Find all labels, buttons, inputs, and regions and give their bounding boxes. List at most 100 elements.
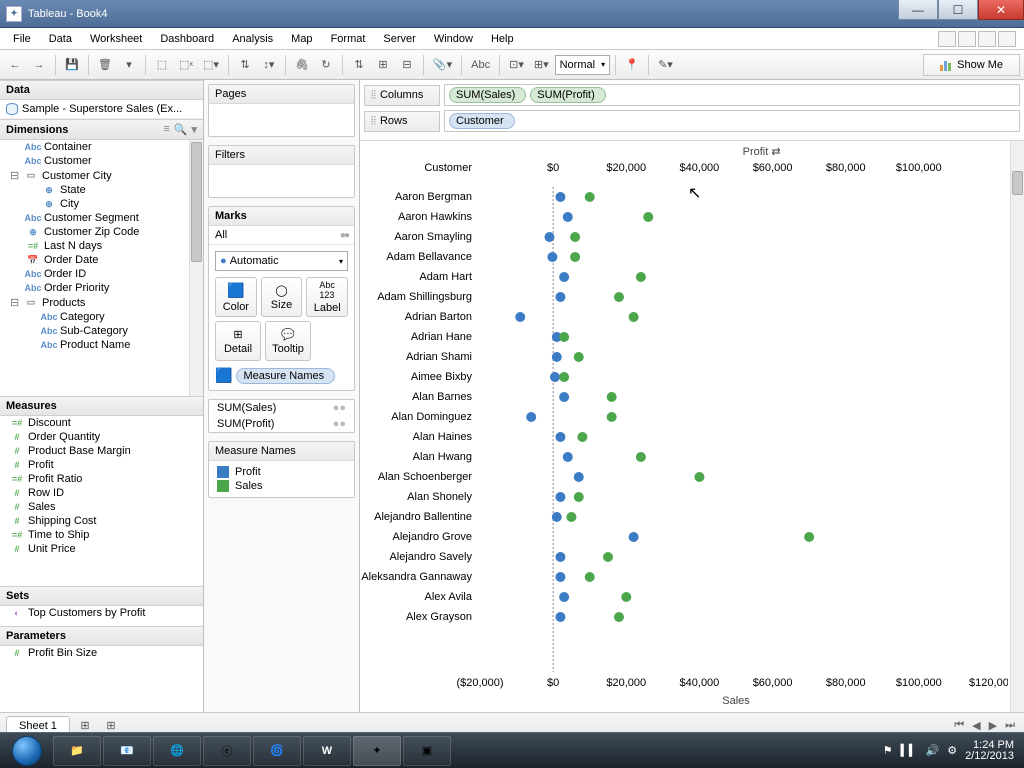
pages-shelf[interactable]: Pages bbox=[208, 84, 355, 137]
redo-button[interactable]: → bbox=[28, 54, 50, 76]
datasource-row[interactable]: Sample - Superstore Sales (Ex... bbox=[0, 100, 203, 119]
menu-file[interactable]: File bbox=[4, 30, 40, 48]
close-button[interactable]: ✕ bbox=[978, 0, 1024, 20]
field-order-quantity[interactable]: #Order Quantity bbox=[0, 430, 203, 444]
tray-power-icon[interactable]: ⚙ bbox=[947, 744, 957, 757]
mark-type-dropdown[interactable]: ● Automatic▾ bbox=[215, 251, 348, 271]
taskbar-app2[interactable]: ▣ bbox=[403, 736, 451, 766]
legend-item-sales[interactable]: Sales bbox=[217, 479, 346, 493]
field-customer-segment[interactable]: AbcCustomer Segment bbox=[0, 211, 203, 225]
pill-sum-sales[interactable]: SUM(Sales) bbox=[449, 87, 526, 103]
sort-asc-button[interactable]: ↕▾ bbox=[258, 54, 280, 76]
show-me-button[interactable]: Show Me bbox=[923, 54, 1020, 76]
taskbar-ie[interactable]: ⓔ bbox=[203, 736, 251, 766]
menu-map[interactable]: Map bbox=[282, 30, 321, 48]
scrollbar[interactable] bbox=[189, 140, 203, 396]
filters-shelf[interactable]: Filters bbox=[208, 145, 355, 198]
field-category[interactable]: AbcCategory bbox=[0, 310, 203, 324]
chart-canvas[interactable]: Profit ⇄$0$20,000$40,000$60,000$80,000$1… bbox=[360, 141, 1024, 712]
field-discount[interactable]: =#Discount bbox=[0, 416, 203, 430]
tray-flag-icon[interactable]: ⚑ bbox=[883, 744, 893, 757]
field-city[interactable]: ⊕City bbox=[0, 197, 203, 211]
system-tray[interactable]: ⚑ ▍▍ 🔊 ⚙ 1:24 PM2/12/2013 bbox=[883, 740, 1022, 762]
sum-sales-row[interactable]: SUM(Sales)●● bbox=[209, 400, 354, 416]
tooltip-button[interactable]: 💬Tooltip bbox=[265, 321, 311, 361]
cards-button[interactable] bbox=[958, 31, 976, 47]
field-profit-ratio[interactable]: =#Profit Ratio bbox=[0, 472, 203, 486]
field-profit-bin-size[interactable]: #Profit Bin Size bbox=[0, 646, 203, 660]
swap-button[interactable]: ⇅ bbox=[234, 54, 256, 76]
fit-button[interactable]: ⊡▾ bbox=[505, 54, 528, 76]
field-customer-zip-code[interactable]: ⊕Customer Zip Code bbox=[0, 225, 203, 239]
field-shipping-cost[interactable]: #Shipping Cost bbox=[0, 514, 203, 528]
undo-button[interactable]: ← bbox=[4, 54, 26, 76]
home-button[interactable] bbox=[998, 31, 1016, 47]
menu-analysis[interactable]: Analysis bbox=[223, 30, 282, 48]
field-last-n-days[interactable]: =#Last N days bbox=[0, 239, 203, 253]
field-order-date[interactable]: 📅Order Date bbox=[0, 253, 203, 267]
pill-sum-profit[interactable]: SUM(Profit) bbox=[530, 87, 605, 103]
menu-dashboard[interactable]: Dashboard bbox=[151, 30, 223, 48]
group-button[interactable]: 🖇 bbox=[291, 54, 313, 76]
field-row-id[interactable]: #Row ID bbox=[0, 486, 203, 500]
size-button[interactable]: ◯Size bbox=[261, 277, 303, 317]
taskbar-outlook[interactable]: 📧 bbox=[103, 736, 151, 766]
field-product-base-margin[interactable]: #Product Base Margin bbox=[0, 444, 203, 458]
taskbar-app1[interactable]: 🌀 bbox=[253, 736, 301, 766]
sort-desc-button[interactable]: ⇅ bbox=[348, 54, 370, 76]
refresh-button[interactable]: ▾ bbox=[118, 54, 140, 76]
view-cards-button[interactable]: ⊞▾ bbox=[530, 54, 553, 76]
new-sheet-button[interactable]: ⬚ bbox=[151, 54, 173, 76]
pill-customer[interactable]: Customer bbox=[449, 113, 515, 129]
field-products[interactable]: ⊟▭Products bbox=[0, 295, 203, 310]
field-sub-category[interactable]: AbcSub-Category bbox=[0, 324, 203, 338]
field-profit[interactable]: #Profit bbox=[0, 458, 203, 472]
menu-worksheet[interactable]: Worksheet bbox=[81, 30, 151, 48]
start-button[interactable] bbox=[2, 735, 52, 767]
field-customer-city[interactable]: ⊟▭Customer City bbox=[0, 168, 203, 183]
save-button[interactable]: 💾 bbox=[61, 54, 83, 76]
detail-button[interactable]: ⊞Detail bbox=[215, 321, 261, 361]
tray-network-icon[interactable]: ▍▍ bbox=[901, 744, 918, 757]
menu-server[interactable]: Server bbox=[374, 30, 424, 48]
menu-window[interactable]: Window bbox=[425, 30, 482, 48]
field-top-customers-by-profit[interactable]: ◐Top Customers by Profit bbox=[0, 606, 203, 620]
legend-item-profit[interactable]: Profit bbox=[217, 465, 346, 479]
pin-button[interactable]: 📍 bbox=[621, 54, 643, 76]
menu-format[interactable]: Format bbox=[322, 30, 375, 48]
marks-all-row[interactable]: All●● bbox=[209, 226, 354, 245]
highlight-pen-button[interactable]: ✎▾ bbox=[654, 54, 677, 76]
field-order-id[interactable]: AbcOrder ID bbox=[0, 267, 203, 281]
field-container[interactable]: AbcContainer bbox=[0, 140, 203, 154]
rows-shelf[interactable]: Customer bbox=[444, 110, 1020, 132]
menu-help[interactable]: Help bbox=[482, 30, 523, 48]
minimize-button[interactable]: — bbox=[898, 0, 938, 20]
label-button[interactable]: Abc123Label bbox=[306, 277, 348, 317]
taskbar-explorer[interactable]: 📁 bbox=[53, 736, 101, 766]
sum-profit-row[interactable]: SUM(Profit)●● bbox=[209, 416, 354, 432]
measure-names-pill[interactable]: Measure Names bbox=[236, 368, 335, 384]
labels-button[interactable]: Abc bbox=[467, 54, 494, 76]
fit-dropdown[interactable]: Normal▾ bbox=[555, 55, 610, 75]
taskbar-tableau[interactable]: ✦ bbox=[353, 736, 401, 766]
columns-shelf[interactable]: SUM(Sales) SUM(Profit) bbox=[444, 84, 1020, 106]
show-mark-labels[interactable]: ↻ bbox=[315, 54, 337, 76]
totals-button[interactable]: ⊞ bbox=[372, 54, 394, 76]
taskbar-word[interactable]: W bbox=[303, 736, 351, 766]
attach-button[interactable]: 📎▾ bbox=[429, 54, 456, 76]
dashboard-button[interactable] bbox=[978, 31, 996, 47]
duplicate-button[interactable]: ⬚x bbox=[175, 54, 197, 76]
color-button[interactable]: 🟦Color bbox=[215, 277, 257, 317]
chart-scrollbar[interactable] bbox=[1010, 141, 1024, 712]
clear-button[interactable]: ⬚▾ bbox=[199, 54, 223, 76]
field-state[interactable]: ⊕State bbox=[0, 183, 203, 197]
search-icon[interactable]: 🔍 bbox=[174, 123, 188, 136]
maximize-button[interactable]: ☐ bbox=[938, 0, 978, 20]
field-order-priority[interactable]: AbcOrder Priority bbox=[0, 281, 203, 295]
field-time-to-ship[interactable]: =#Time to Ship bbox=[0, 528, 203, 542]
field-sales[interactable]: #Sales bbox=[0, 500, 203, 514]
tab-next[interactable]: ▶ bbox=[986, 719, 1000, 732]
presentation-mode-button[interactable] bbox=[938, 31, 956, 47]
tab-prev[interactable]: ◀ bbox=[969, 719, 983, 732]
tab-first[interactable]: ⏮ bbox=[951, 719, 967, 732]
